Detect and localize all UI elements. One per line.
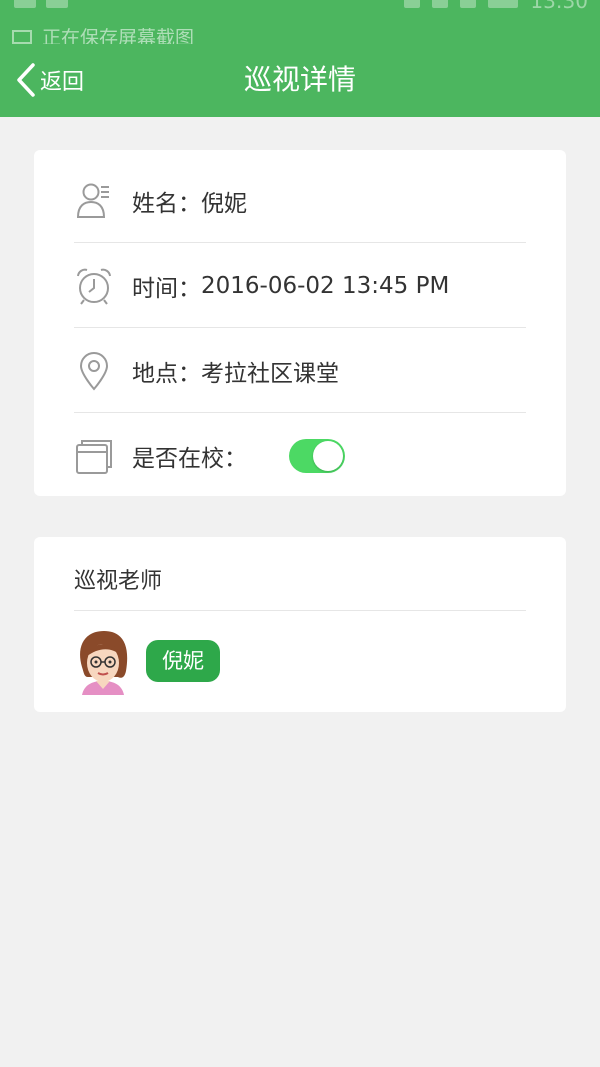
notification-text: 正在保存屏幕截图: [42, 27, 195, 44]
gallery-icon: [14, 0, 36, 8]
status-time: 13:30: [530, 0, 588, 13]
status-bar: 13:30: [0, 0, 600, 20]
at-school-row: 是否在校：: [74, 413, 526, 498]
name-value: 倪妮: [201, 190, 247, 217]
wifi-icon: [404, 0, 421, 8]
time-value: 2016-06-02 13:45 PM: [201, 272, 450, 299]
info-card: 姓名： 倪妮 时间： 2016-06-02 13:45 PM 地点： 考拉社区课: [34, 150, 566, 496]
avatar: [80, 631, 128, 695]
teacher-card: 巡视老师 倪妮: [34, 537, 566, 712]
location-pin-icon: [74, 351, 114, 391]
time-label: 时间：: [132, 275, 201, 302]
toggle-knob: [313, 440, 343, 471]
page-title: 巡视详情: [243, 63, 356, 96]
teacher-name-tag[interactable]: 倪妮: [146, 640, 220, 682]
place-value: 考拉社区课堂: [201, 360, 339, 387]
section-title: 巡视老师: [74, 569, 163, 594]
battery-icon: [488, 0, 519, 8]
signal-icon: [432, 0, 449, 8]
window-stack-icon: [74, 436, 114, 476]
screenshot-icon: [12, 30, 32, 44]
time-row: 时间： 2016-06-02 13:45 PM: [74, 243, 526, 328]
nav-bar: 返回 巡视详情: [0, 50, 600, 110]
name-label: 姓名：: [132, 190, 201, 217]
alarm-clock-icon: [74, 266, 114, 306]
user-icon: [74, 181, 114, 221]
place-row: 地点： 考拉社区课堂: [74, 328, 526, 413]
sim-icon: [460, 0, 477, 8]
at-school-toggle[interactable]: [289, 438, 345, 473]
app-header: 13:30 正在保存屏幕截图 返回 巡视详情: [0, 0, 600, 117]
name-row: 姓名： 倪妮: [74, 158, 526, 243]
screenshot-notification: 正在保存屏幕截图: [12, 26, 194, 44]
divider: [74, 610, 526, 611]
at-school-label: 是否在校：: [132, 445, 247, 472]
place-label: 地点：: [132, 360, 201, 387]
teacher-item: 倪妮: [74, 627, 220, 695]
bookmark-icon: [46, 0, 68, 8]
